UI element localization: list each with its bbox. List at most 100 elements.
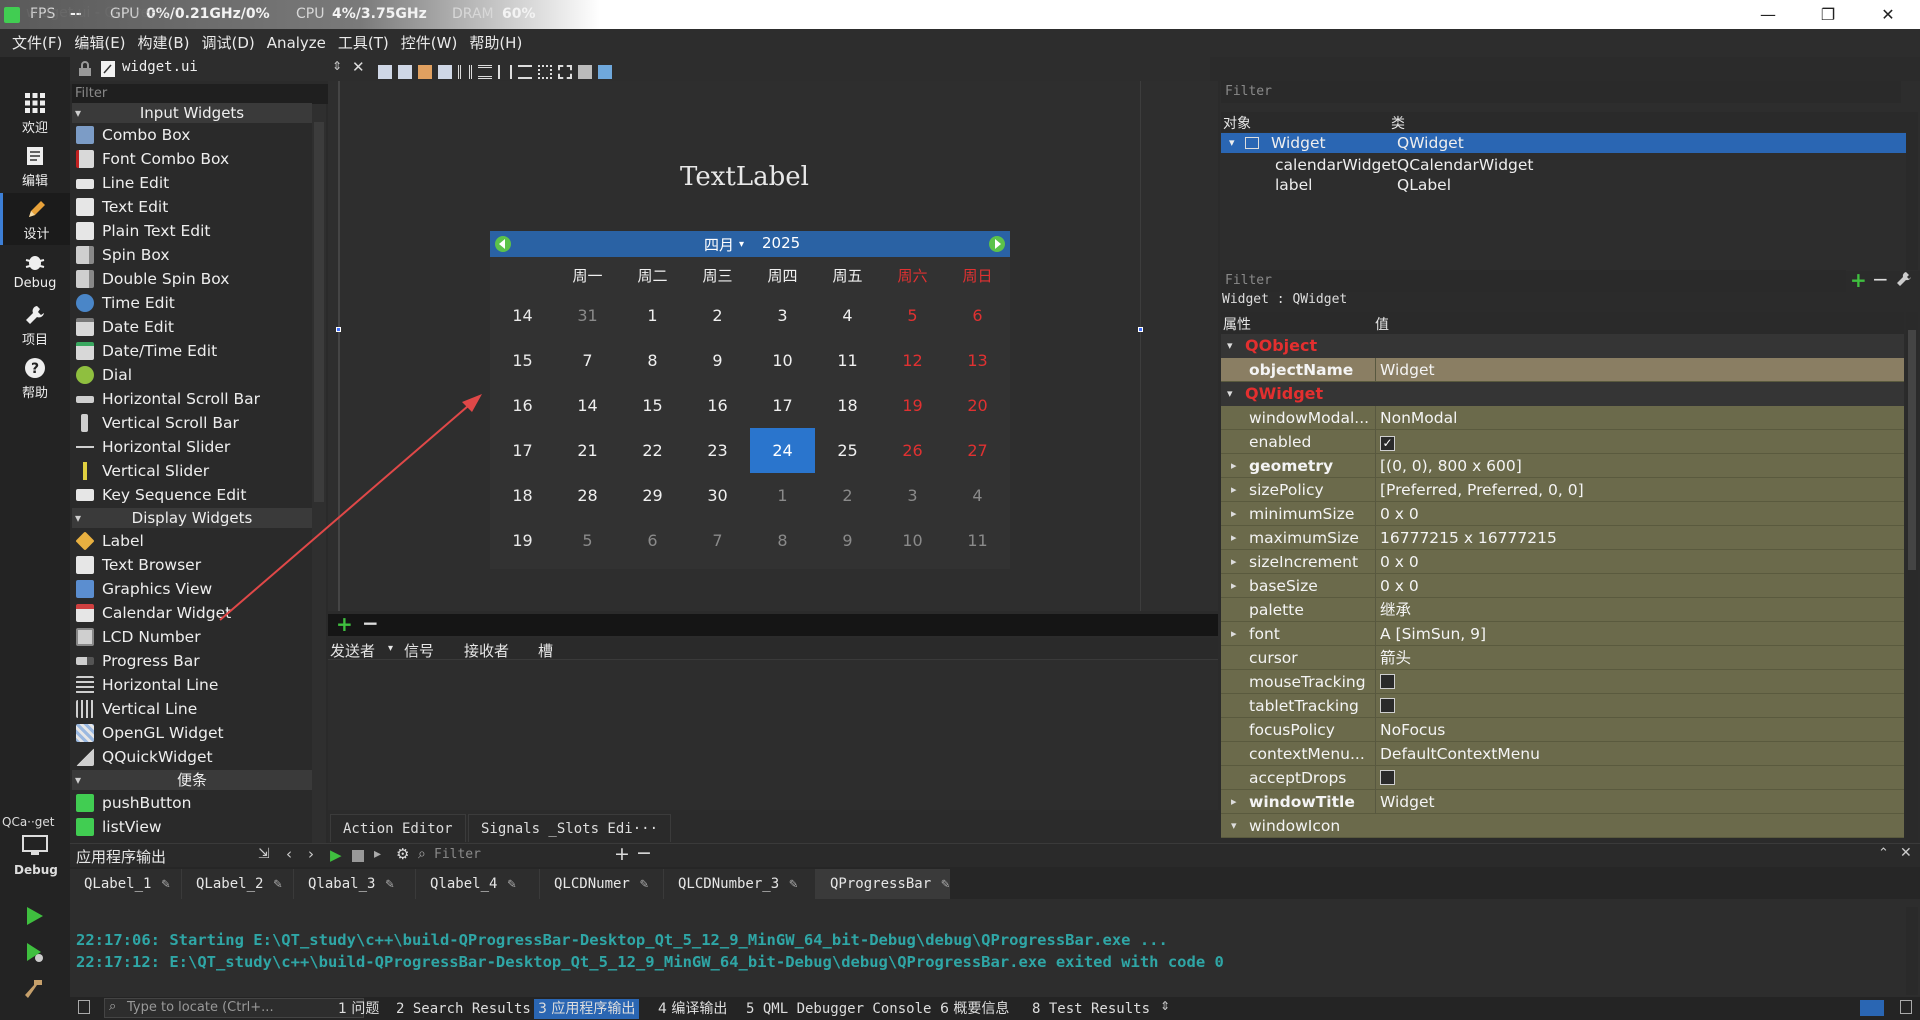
next-arrow-icon[interactable]: › [308, 845, 314, 863]
tab-signals-slots-editor[interactable]: Signals _Slots Edi··· [468, 814, 672, 842]
calendar-day-cell[interactable]: 2 [815, 473, 880, 518]
col-slot[interactable]: 槽 [538, 640, 553, 661]
widget-pushbutton[interactable]: pushButton [72, 791, 312, 815]
mode-debug[interactable]: Debug [0, 246, 70, 298]
mode-design[interactable]: 设计 [0, 193, 70, 245]
calendar-day-cell[interactable]: 21 [555, 428, 620, 473]
prop-value[interactable] [1375, 694, 1895, 720]
calendar-day-cell[interactable]: 6 [620, 518, 685, 563]
menu-tools[interactable]: 工具(T) [332, 29, 395, 57]
calendar-day-cell[interactable]: 10 [880, 518, 945, 563]
calendar-day-cell[interactable]: 18 [815, 383, 880, 428]
widget-combo-box[interactable]: Combo Box [72, 123, 312, 147]
prop-mousetracking[interactable]: mouseTracking [1221, 670, 1904, 696]
monitor-icon[interactable] [22, 835, 48, 857]
document-dropdown-icon[interactable]: ⇕ [332, 59, 342, 73]
calendar-day-cell[interactable]: 31 [555, 293, 620, 338]
remove-property-icon[interactable]: − [1872, 267, 1889, 291]
layout-v-splitter-icon[interactable] [518, 64, 532, 79]
menu-debug[interactable]: 调试(D) [196, 29, 261, 57]
prop-value[interactable]: 0 x 0 [1375, 574, 1895, 598]
zoom-out-icon[interactable]: − [636, 842, 652, 864]
expand-arrow-icon[interactable]: ▸ [1231, 478, 1237, 502]
widget-date-time-edit[interactable]: Date/Time Edit [72, 339, 312, 363]
prop-category-qwidget[interactable]: ▾ QWidget [1221, 382, 1904, 406]
calendar-day-cell[interactable]: 27 [945, 428, 1010, 473]
calendar-day-cell[interactable]: 17 [750, 383, 815, 428]
prop-value[interactable]: NonModal [1375, 406, 1895, 430]
attach-icon[interactable]: ⇲ [258, 846, 270, 862]
calendar-day-cell[interactable]: 6 [945, 293, 1010, 338]
widget-line-edit[interactable]: Line Edit [72, 171, 312, 195]
prop-enabled[interactable]: enabled ✓ [1221, 430, 1904, 454]
calendar-day-cell[interactable]: 1 [750, 473, 815, 518]
open-document-name[interactable]: widget.ui [122, 59, 198, 75]
checkbox[interactable] [1380, 674, 1395, 689]
menu-help[interactable]: 帮助(H) [463, 29, 528, 57]
mode-welcome[interactable]: 欢迎 [0, 87, 70, 139]
calendar-day-cell[interactable]: 9 [815, 518, 880, 563]
edit-buddies-icon[interactable] [418, 64, 432, 79]
stop-icon[interactable] [352, 850, 364, 862]
calendar-day-cell[interactable]: 22 [620, 428, 685, 473]
prop-font[interactable]: ▸ font A [SimSun, 9] [1221, 622, 1904, 646]
prop-objectname[interactable]: objectName Widget [1221, 358, 1904, 382]
minimize-button[interactable]: — [1740, 0, 1796, 29]
prop-sizeincrement[interactable]: ▸ sizeIncrement 0 x 0 [1221, 550, 1904, 574]
prev-arrow-icon[interactable]: ‹ [286, 845, 292, 863]
output-tab-qlcdnumer[interactable]: QLCDNumer ✎ [540, 869, 664, 899]
menu-analyze[interactable]: Analyze [261, 29, 332, 57]
prop-value[interactable] [1375, 766, 1895, 792]
widget-opengl-widget[interactable]: OpenGL Widget [72, 721, 312, 745]
widget-qquickwidget[interactable]: QQuickWidget [72, 745, 312, 769]
calendar-day-cell[interactable]: 12 [880, 338, 945, 383]
edit-widgets-icon[interactable] [378, 64, 392, 79]
prop-value[interactable]: [(0, 0), 800 x 600] [1375, 454, 1895, 478]
calendar-day-cell[interactable]: 4 [945, 473, 1010, 518]
prop-cursor[interactable]: cursor 箭头 [1221, 646, 1904, 670]
calendar-day-cell[interactable]: 9 [685, 338, 750, 383]
status-tab-issues[interactable]: 1 问题 [334, 999, 383, 1019]
calendar-day-cell[interactable]: 30 [685, 473, 750, 518]
calendar-day-cell[interactable]: 25 [815, 428, 880, 473]
widget-double-spin-box[interactable]: Double Spin Box [72, 267, 312, 291]
widget-listview[interactable]: listView [72, 815, 312, 839]
menu-build[interactable]: 构建(B) [132, 29, 196, 57]
widget-time-edit[interactable]: Time Edit [72, 291, 312, 315]
calendar-day-cell[interactable]: 8 [750, 518, 815, 563]
category-notes[interactable]: 便条 [72, 770, 312, 790]
signal-slot-list[interactable] [328, 660, 1218, 810]
remove-connection-icon[interactable]: − [362, 611, 379, 635]
calendar-day-cell[interactable]: 13 [945, 338, 1010, 383]
calendar-day-cell[interactable]: 2 [685, 293, 750, 338]
output-log[interactable]: 22:17:06: Starting E:\QT_study\c++\build… [70, 899, 1920, 997]
layout-form-icon[interactable] [538, 64, 552, 79]
add-dynamic-property-icon[interactable]: + [1850, 268, 1867, 292]
prop-category-qobject[interactable]: ▾ QObject [1221, 334, 1904, 358]
status-tab-app-output[interactable]: 3 应用程序输出 [534, 999, 640, 1019]
prop-value[interactable]: ✓ [1375, 430, 1895, 454]
run-icon[interactable] [22, 904, 46, 928]
prop-value[interactable] [1375, 670, 1895, 696]
object-scrollbar[interactable] [1906, 112, 1918, 270]
calendar-day-cell[interactable]: 3 [750, 293, 815, 338]
calendar-day-cell[interactable]: 3 [880, 473, 945, 518]
calendar-day-cell[interactable]: 10 [750, 338, 815, 383]
calendar-day-cell[interactable]: 8 [620, 338, 685, 383]
prop-maximumsize[interactable]: ▸ maximumSize 16777215 x 16777215 [1221, 526, 1904, 550]
debug-run-icon[interactable] [22, 940, 46, 964]
col-sender[interactable]: 发送者 [330, 640, 375, 661]
expand-arrow-icon[interactable]: ▸ [1231, 454, 1237, 478]
expand-arrow-icon[interactable]: ▸ [1231, 526, 1237, 550]
calendar-day-cell[interactable]: 4 [815, 293, 880, 338]
calendar-day-cell[interactable]: 24 [750, 428, 815, 473]
expand-arrow-icon[interactable]: ▸ [1231, 502, 1237, 526]
output-tab-qlabel4[interactable]: Qlabel_4 ✎ [416, 869, 540, 899]
expand-arrow-icon[interactable]: ▾ [1231, 814, 1237, 838]
checkbox[interactable] [1380, 770, 1395, 785]
calendar-day-cell[interactable]: 7 [555, 338, 620, 383]
close-document-icon[interactable]: ✕ [352, 58, 365, 76]
rerun-icon[interactable]: ▶ [330, 846, 342, 864]
expand-arrow-icon[interactable]: ▸ [1231, 574, 1237, 598]
output-scrollbar[interactable] [1906, 907, 1918, 995]
